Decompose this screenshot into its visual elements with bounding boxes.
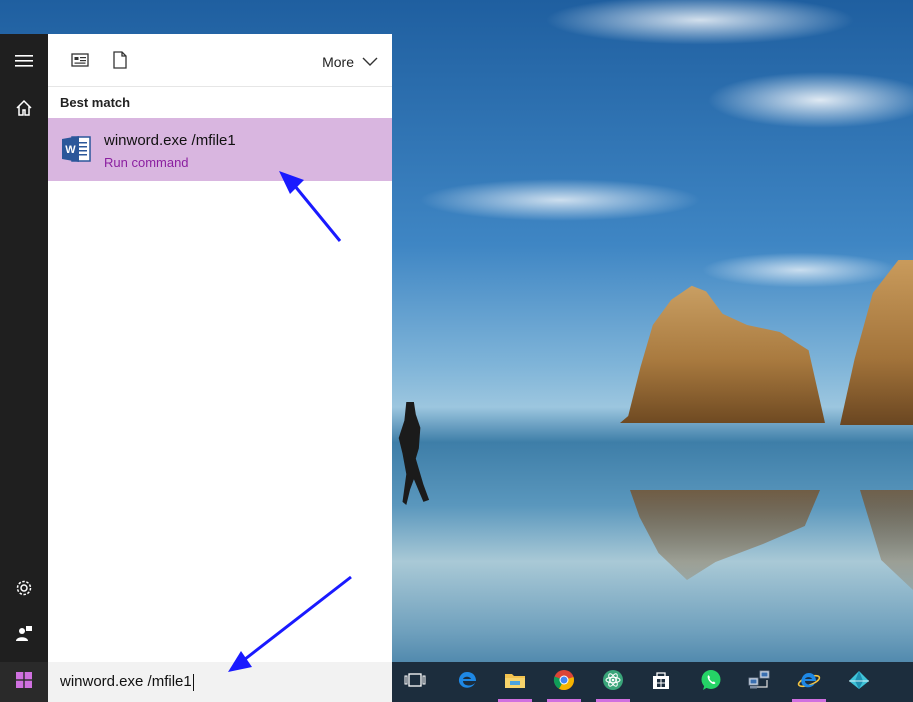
network-icon [748, 669, 770, 696]
taskbar-file-explorer[interactable] [492, 662, 538, 702]
result-subtitle: Run command [104, 155, 189, 170]
taskbar-whatsapp[interactable] [688, 662, 734, 702]
store-icon [651, 670, 671, 695]
search-filter-toolbar: More [48, 34, 392, 87]
search-box[interactable]: winword.exe /mfile1 [48, 662, 392, 702]
svg-text:W: W [65, 144, 76, 156]
windows-start-icon [16, 671, 32, 693]
search-input[interactable]: winword.exe /mfile1 [60, 673, 194, 691]
best-match-result[interactable]: W winword.exe /mfile1 Run command [48, 118, 392, 181]
runner-silhouette [398, 402, 430, 505]
taskbar-edge[interactable] [444, 662, 490, 702]
taskbar-task-view[interactable] [392, 662, 438, 702]
apps-filter-icon [71, 52, 89, 72]
documents-filter-button[interactable] [108, 50, 132, 74]
internet-explorer-icon [797, 669, 821, 696]
sea-rock-right [840, 260, 913, 425]
edge-icon [456, 669, 478, 696]
settings-button[interactable] [0, 568, 48, 612]
start-menu-rail [0, 34, 48, 662]
task-view-icon [404, 672, 426, 693]
hamburger-menu-button[interactable] [0, 40, 48, 84]
more-label: More [322, 54, 354, 70]
taskbar-chrome[interactable] [541, 662, 587, 702]
chrome-icon [553, 669, 575, 696]
home-button[interactable] [0, 88, 48, 132]
chevron-down-icon [362, 54, 378, 70]
user-feedback-icon [15, 625, 33, 648]
file-explorer-icon [504, 671, 526, 694]
best-match-heading: Best match [60, 95, 131, 110]
sea-rock [620, 285, 825, 423]
start-button[interactable] [0, 662, 48, 702]
text-caret [192, 673, 194, 691]
feedback-button[interactable] [0, 614, 48, 658]
app-diamond-icon [848, 669, 870, 696]
search-input-text: winword.exe /mfile1 [60, 673, 192, 690]
word-icon: W [60, 133, 92, 165]
taskbar-network[interactable] [736, 662, 782, 702]
result-title: winword.exe /mfile1 [104, 132, 236, 149]
search-results-panel: More Best match W winword.exe /mfile1 Ru… [48, 34, 392, 662]
apps-filter-button[interactable] [68, 50, 92, 74]
rock-reflection [630, 490, 820, 580]
taskbar-store[interactable] [638, 662, 684, 702]
home-icon [15, 99, 33, 122]
atom-icon [602, 669, 624, 696]
whatsapp-icon [700, 669, 722, 696]
gear-icon [15, 579, 33, 602]
taskbar-atom[interactable] [590, 662, 636, 702]
taskbar [392, 662, 913, 702]
more-filters-button[interactable]: More [322, 52, 378, 72]
hamburger-icon [15, 52, 33, 73]
document-icon [113, 50, 127, 74]
rock-reflection-right [860, 490, 913, 590]
taskbar-internet-explorer[interactable] [786, 662, 832, 702]
taskbar-app-diamond[interactable] [836, 662, 882, 702]
